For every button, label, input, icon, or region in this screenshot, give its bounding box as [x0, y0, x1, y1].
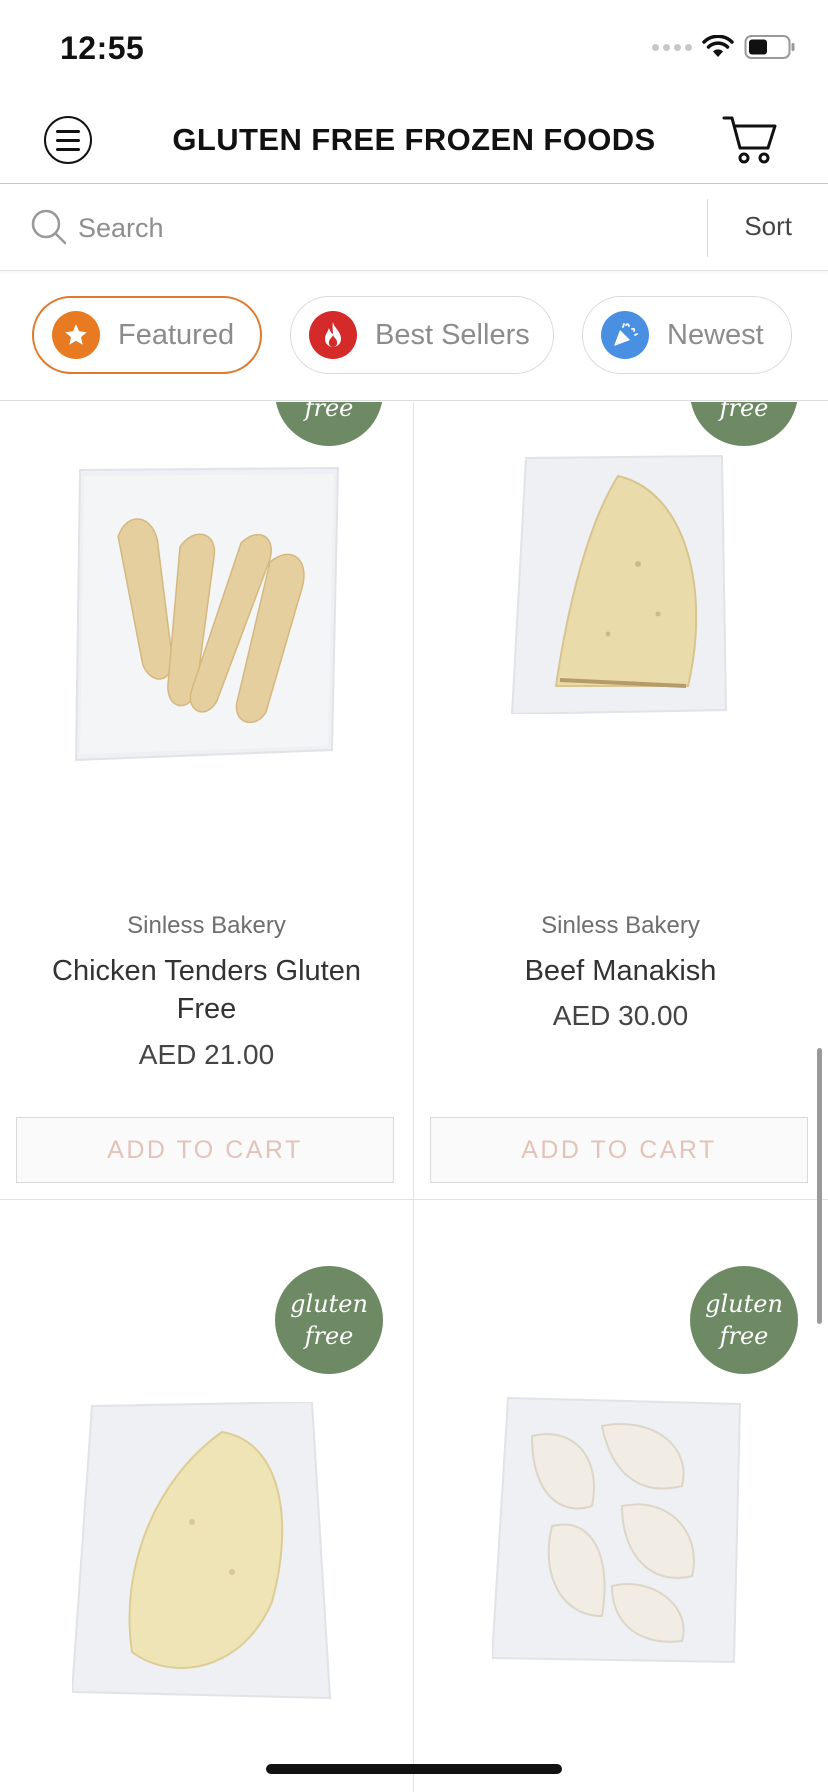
product-price: AED 30.00: [552, 1000, 689, 1031]
cart-icon[interactable]: [722, 112, 778, 166]
product-name[interactable]: Beef Manakish: [454, 952, 787, 990]
filter-best-sellers-label: Best Sellers: [375, 318, 530, 351]
filter-newest-label: Newest: [667, 318, 764, 351]
gluten-free-badge: gluten free: [275, 402, 383, 446]
battery-icon: [744, 35, 795, 59]
search-divider: [707, 199, 708, 257]
search-bar: Sort: [0, 185, 828, 271]
filter-featured[interactable]: Featured: [32, 296, 262, 374]
add-to-cart-button[interactable]: ADD TO CART: [430, 1117, 808, 1183]
scrollbar[interactable]: [817, 1048, 822, 1324]
add-to-cart-button[interactable]: ADD TO CART: [16, 1117, 394, 1183]
gluten-free-badge: gluten free: [690, 1266, 798, 1374]
product-brand: Sinless Bakery: [541, 912, 700, 939]
home-indicator[interactable]: [266, 1764, 562, 1774]
product-brand: Sinless Bakery: [127, 912, 286, 939]
product-card[interactable]: gluten free: [0, 1200, 413, 1792]
product-card[interactable]: gluten free Sinless Bakery Beef Manakish…: [414, 402, 827, 1199]
product-card[interactable]: gluten free: [414, 1200, 827, 1792]
product-image: [74, 466, 340, 762]
filter-chips: Featured Best Sellers Newest: [0, 272, 828, 401]
gluten-free-badge: gluten free: [690, 402, 798, 446]
product-grid: gluten free Sinless Bakery Chicken Tende…: [0, 402, 828, 1792]
wifi-icon: [702, 35, 734, 57]
cellular-signal-icon: [652, 43, 692, 51]
flame-icon: [309, 311, 357, 359]
filter-featured-label: Featured: [118, 318, 235, 351]
search-icon: [31, 209, 67, 245]
status-time: 12:55: [60, 30, 145, 66]
filter-best-sellers[interactable]: Best Sellers: [290, 296, 554, 374]
search-input[interactable]: [78, 207, 678, 249]
product-image: [510, 454, 728, 714]
filter-newest[interactable]: Newest: [582, 296, 792, 374]
product-image: [492, 1396, 742, 1664]
sort-button[interactable]: Sort: [744, 211, 792, 242]
star-icon: [52, 311, 100, 359]
gluten-free-badge: gluten free: [275, 1266, 383, 1374]
page-title: GLUTEN FREE FROZEN FOODS: [172, 122, 656, 157]
product-name[interactable]: Chicken Tenders Gluten Free: [40, 952, 373, 1028]
status-bar: 12:55: [0, 0, 828, 96]
product-image: [72, 1402, 332, 1700]
product-price: AED 21.00: [138, 1039, 275, 1070]
app-header: GLUTEN FREE FROZEN FOODS: [0, 96, 828, 184]
product-card[interactable]: gluten free Sinless Bakery Chicken Tende…: [0, 402, 413, 1199]
status-icons: [652, 34, 796, 60]
party-popper-icon: [601, 311, 649, 359]
